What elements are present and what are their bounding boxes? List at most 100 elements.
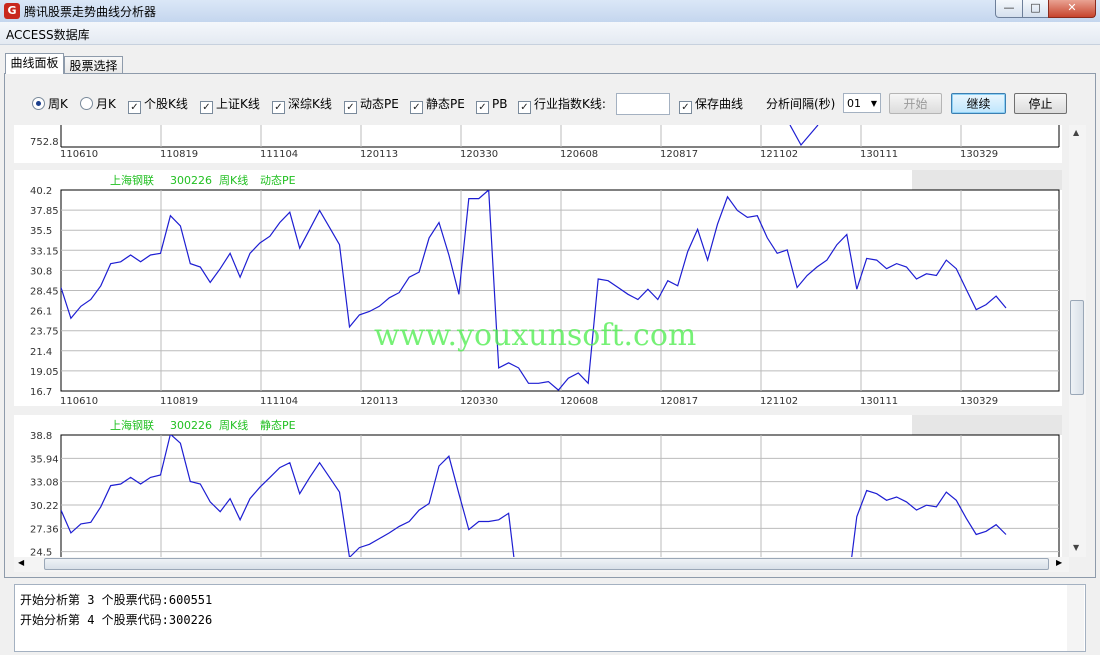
chart-y-tick-label: 24.5: [30, 548, 52, 557]
checkbox-pb-label: PB: [492, 97, 508, 111]
checkbox-dynamic-pe-label: 动态PE: [360, 97, 399, 111]
chart-legend-text: 周K线: [219, 173, 248, 187]
checkbox-box: ✓: [128, 101, 141, 114]
log-line: 开始分析第 4 个股票代码:300226: [20, 613, 213, 627]
checkbox-sz-k-label: 深综K线: [288, 97, 332, 111]
chart-legend-text: 300226: [170, 419, 212, 432]
checkbox-save-curve[interactable]: ✓ 保存曲线: [679, 96, 744, 114]
menu-bar: ACCESS数据库: [0, 22, 1100, 45]
chart-x-tick-label: 121102: [760, 396, 798, 407]
scroll-up-icon[interactable]: ▲: [1073, 128, 1079, 137]
top-chart-x-tick-label: 130329: [960, 149, 998, 160]
chart-y-tick-label: 38.8: [30, 431, 52, 442]
top-chart-y-tick-label: 752.8: [30, 137, 59, 148]
checkbox-box: ✓: [410, 101, 423, 114]
vertical-scrollbar[interactable]: ▲ ▼: [1069, 125, 1086, 557]
checkbox-sz-k[interactable]: ✓ 深综K线: [272, 96, 332, 114]
chart-y-tick-label: 33.15: [30, 246, 59, 257]
chart-y-tick-label: 33.08: [30, 478, 59, 489]
top-chart-x-tick-label: 110819: [160, 149, 198, 160]
checkbox-box: ✓: [272, 101, 285, 114]
checkbox-static-pe[interactable]: ✓ 静态PE: [410, 96, 465, 114]
interval-value: 01: [847, 97, 861, 110]
close-button[interactable]: ✕: [1048, 0, 1096, 18]
top-chart-x-tick-label: 120113: [360, 149, 398, 160]
interval-select[interactable]: 01 ▼: [843, 93, 881, 113]
chart-y-tick-label: 23.75: [30, 327, 59, 338]
checkbox-box: ✓: [518, 101, 531, 114]
chevron-down-icon: ▼: [870, 99, 877, 108]
app-icon: G: [4, 3, 20, 19]
chart-x-tick-label: 130329: [960, 396, 998, 407]
checkbox-sh-k[interactable]: ✓ 上证K线: [200, 96, 260, 114]
chart-x-tick-label: 110610: [60, 396, 98, 407]
chart-y-tick-label: 26.1: [30, 307, 52, 318]
chart-y-tick-label: 19.05: [30, 367, 59, 378]
top-chart-x-tick-label: 111104: [260, 149, 298, 160]
scroll-down-icon[interactable]: ▼: [1073, 543, 1079, 552]
chart-x-tick-label: 110819: [160, 396, 198, 407]
minimize-button[interactable]: —: [995, 0, 1023, 18]
log-output[interactable]: 开始分析第 3 个股票代码:600551 开始分析第 4 个股票代码:30022…: [14, 584, 1086, 652]
checkbox-dynamic-pe[interactable]: ✓ 动态PE: [344, 96, 399, 114]
checkbox-pb[interactable]: ✓ PB: [476, 96, 508, 114]
chart-x-tick-label: 120608: [560, 396, 598, 407]
industry-index-input[interactable]: [616, 93, 670, 115]
checkbox-stock-k[interactable]: ✓ 个股K线: [128, 96, 188, 114]
checkbox-box: ✓: [476, 101, 489, 114]
continue-button[interactable]: 继续: [951, 93, 1006, 114]
checkbox-save-curve-label: 保存曲线: [695, 97, 744, 111]
radio-month-k-label: 月K: [96, 97, 116, 111]
chart-y-tick-label: 40.2: [30, 186, 52, 197]
menu-access-db[interactable]: ACCESS数据库: [6, 26, 90, 43]
start-button[interactable]: 开始: [889, 93, 942, 114]
chart-y-tick-label: 30.22: [30, 501, 59, 512]
top-chart-x-tick-label: 120330: [460, 149, 498, 160]
scroll-right-icon[interactable]: ▶: [1056, 558, 1062, 567]
checkbox-box: ✓: [679, 101, 692, 114]
chart-x-tick-label: 130111: [860, 396, 898, 407]
window-title: 腾讯股票走势曲线分析器: [24, 5, 157, 19]
checkbox-static-pe-label: 静态PE: [426, 97, 465, 111]
checkbox-industry-k[interactable]: ✓ 行业指数K线:: [518, 96, 606, 114]
interval-label: 分析间隔(秒): [766, 97, 836, 111]
scroll-left-icon[interactable]: ◀: [18, 558, 24, 567]
chart-legend-text: 周K线: [219, 418, 248, 432]
top-chart-x-tick-label: 110610: [60, 149, 98, 160]
chart-y-tick-label: 35.94: [30, 454, 59, 465]
tab-curve-panel[interactable]: 曲线面板: [5, 53, 64, 74]
chart-y-tick-label: 16.7: [30, 387, 52, 398]
watermark-text: www.youxunsoft.com: [374, 318, 696, 353]
checkbox-box: ✓: [200, 101, 213, 114]
checkbox-stock-k-label: 个股K线: [144, 97, 188, 111]
checkbox-box: ✓: [344, 101, 357, 114]
chart-x-tick-label: 120330: [460, 396, 498, 407]
chart-legend-text: 静态PE: [260, 418, 296, 432]
stop-button[interactable]: 停止: [1014, 93, 1067, 114]
log-line: 开始分析第 3 个股票代码:600551: [20, 593, 213, 607]
chart-legend-text: 动态PE: [260, 174, 296, 187]
maximize-button[interactable]: □: [1022, 0, 1049, 18]
radio-indicator: [80, 97, 93, 110]
horizontal-scrollbar[interactable]: ◀ ▶: [14, 557, 1069, 572]
chart-y-tick-label: 30.8: [30, 266, 52, 277]
charts-canvas: 752.8110610 110819 111104 120113 120330 12060…: [14, 125, 1062, 557]
chart-legend-text: 上海钢联: [110, 418, 154, 432]
chart-y-tick-label: 21.4: [30, 347, 52, 358]
checkbox-industry-k-label: 行业指数K线:: [534, 97, 606, 111]
chart-header-strip: [912, 170, 1062, 190]
title-bar: G 腾讯股票走势曲线分析器 — □ ✕: [0, 0, 1100, 22]
radio-week-k-label: 周K: [48, 97, 68, 111]
scroll-thumb[interactable]: [1070, 300, 1084, 395]
radio-month-k[interactable]: 月K: [80, 96, 116, 112]
chart-x-tick-label: 120817: [660, 396, 698, 407]
top-chart-x-tick-label: 120608: [560, 149, 598, 160]
chart-y-tick-label: 37.85: [30, 206, 59, 217]
scroll-thumb[interactable]: [44, 558, 1049, 570]
chart-legend-text: 300226: [170, 174, 212, 187]
chart-panel: [14, 415, 1062, 557]
chart-header-strip: [912, 415, 1062, 435]
chart-legend-text: 上海钢联: [110, 173, 154, 187]
radio-week-k[interactable]: 周K: [32, 96, 68, 112]
log-scrollbar[interactable]: [1067, 585, 1084, 651]
